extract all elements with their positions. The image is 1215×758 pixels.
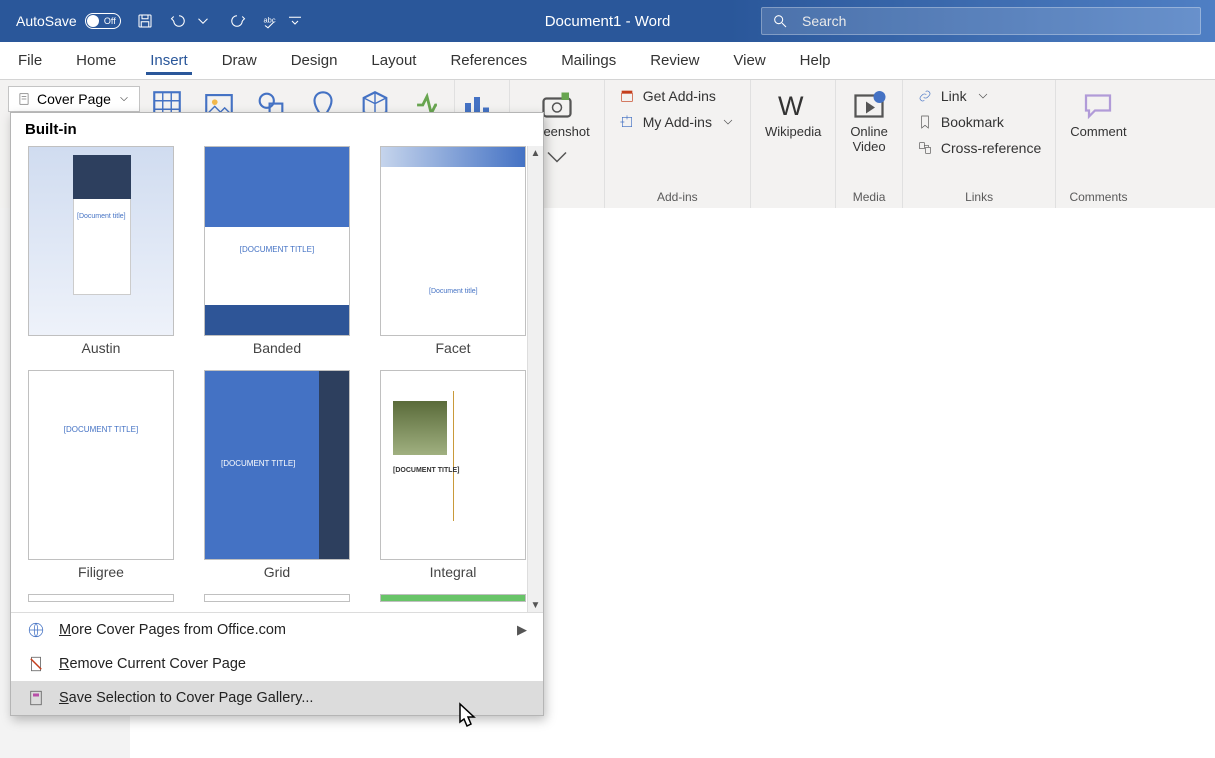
- my-addins-button[interactable]: My Add-ins: [615, 112, 740, 132]
- save-icon[interactable]: [135, 11, 155, 31]
- undo-dropdown-icon[interactable]: [193, 11, 213, 31]
- bookmark-icon: [917, 114, 933, 130]
- cover-banded[interactable]: [DOCUMENT TITLE] Banded: [201, 146, 353, 356]
- online-video-button[interactable]: Online Video: [846, 86, 892, 156]
- autosave-toggle[interactable]: Off: [85, 13, 121, 29]
- comment-icon: [1080, 88, 1116, 124]
- links-group-label: Links: [965, 190, 993, 204]
- link-button[interactable]: Link: [913, 86, 1045, 106]
- tab-references[interactable]: References: [446, 46, 531, 75]
- cover-page-button[interactable]: Cover Page: [8, 86, 140, 112]
- wikipedia-button[interactable]: W Wikipedia: [761, 86, 825, 141]
- bookmark-button[interactable]: Bookmark: [913, 112, 1045, 132]
- crossref-button[interactable]: Cross-reference: [913, 138, 1045, 158]
- cover-filigree[interactable]: [DOCUMENT TITLE] Filigree: [25, 370, 177, 580]
- redo-icon[interactable]: [227, 11, 247, 31]
- screenshot-icon: [539, 88, 575, 124]
- comments-group-label: Comments: [1069, 190, 1127, 204]
- more-cover-pages[interactable]: More Cover Pages from Office.com ▶: [11, 613, 543, 647]
- globe-icon: [27, 621, 45, 639]
- gallery-section-builtin: Built-in: [11, 113, 543, 146]
- cover-integral[interactable]: [DOCUMENT TITLE] Integral: [377, 370, 529, 580]
- search-box[interactable]: Search: [761, 7, 1201, 35]
- page-icon: [17, 92, 31, 106]
- tab-layout[interactable]: Layout: [367, 46, 420, 75]
- tab-design[interactable]: Design: [287, 46, 342, 75]
- comment-button[interactable]: Comment: [1066, 86, 1130, 141]
- svg-text:W: W: [778, 91, 804, 121]
- tab-mailings[interactable]: Mailings: [557, 46, 620, 75]
- search-placeholder: Search: [802, 13, 846, 29]
- scroll-down-icon[interactable]: ▼: [529, 598, 543, 612]
- title-bar: AutoSave Off abc Document1 - Word Search: [0, 0, 1215, 42]
- chevron-right-icon: ▶: [517, 622, 527, 638]
- chevron-down-icon: [539, 139, 575, 175]
- autosave-label: AutoSave: [16, 13, 77, 29]
- wikipedia-icon: W: [775, 88, 811, 124]
- media-group-label: Media: [853, 190, 886, 204]
- remove-page-icon: [27, 655, 45, 673]
- tab-draw[interactable]: Draw: [218, 46, 261, 75]
- ribbon-tabs: File Home Insert Draw Design Layout Refe…: [0, 42, 1215, 80]
- cover-next-3[interactable]: [377, 594, 529, 602]
- cover-page-label: Cover Page: [37, 91, 111, 107]
- cover-grid[interactable]: [DOCUMENT TITLE] Grid: [201, 370, 353, 580]
- cover-facet[interactable]: [Document title] Facet: [377, 146, 529, 356]
- tab-help[interactable]: Help: [796, 46, 835, 75]
- search-icon: [772, 13, 788, 29]
- addins-group-label: Add-ins: [657, 190, 698, 204]
- video-icon: [851, 88, 887, 124]
- tab-file[interactable]: File: [14, 46, 46, 75]
- chevron-down-icon: [975, 88, 991, 104]
- tab-review[interactable]: Review: [646, 46, 703, 75]
- undo-icon[interactable]: [169, 11, 189, 31]
- cover-next-1[interactable]: [25, 594, 177, 602]
- svg-text:abc: abc: [263, 16, 275, 25]
- cover-page-gallery: Built-in [Document title] Austin [DOCUME…: [10, 112, 544, 716]
- tab-home[interactable]: Home: [72, 46, 120, 75]
- chevron-down-icon: [117, 92, 131, 106]
- document-title: Document1 - Word: [545, 13, 671, 30]
- link-icon: [917, 88, 933, 104]
- addins-icon: [619, 114, 635, 130]
- store-icon: [619, 88, 635, 104]
- tab-view[interactable]: View: [729, 46, 769, 75]
- scroll-up-icon[interactable]: ▲: [529, 146, 543, 160]
- cursor-pointer-icon: [450, 702, 482, 741]
- tab-insert[interactable]: Insert: [146, 46, 192, 75]
- cover-austin[interactable]: [Document title] Austin: [25, 146, 177, 356]
- spelling-icon[interactable]: abc: [261, 11, 281, 31]
- remove-cover-page[interactable]: Remove Current Cover Page: [11, 647, 543, 681]
- cover-next-2[interactable]: [201, 594, 353, 602]
- get-addins-button[interactable]: Get Add-ins: [615, 86, 740, 106]
- save-gallery-icon: [27, 689, 45, 707]
- qat-customize-icon[interactable]: [285, 11, 305, 31]
- chevron-down-icon: [720, 114, 736, 130]
- crossref-icon: [917, 140, 933, 156]
- gallery-scrollbar[interactable]: ▲ ▼: [527, 146, 543, 612]
